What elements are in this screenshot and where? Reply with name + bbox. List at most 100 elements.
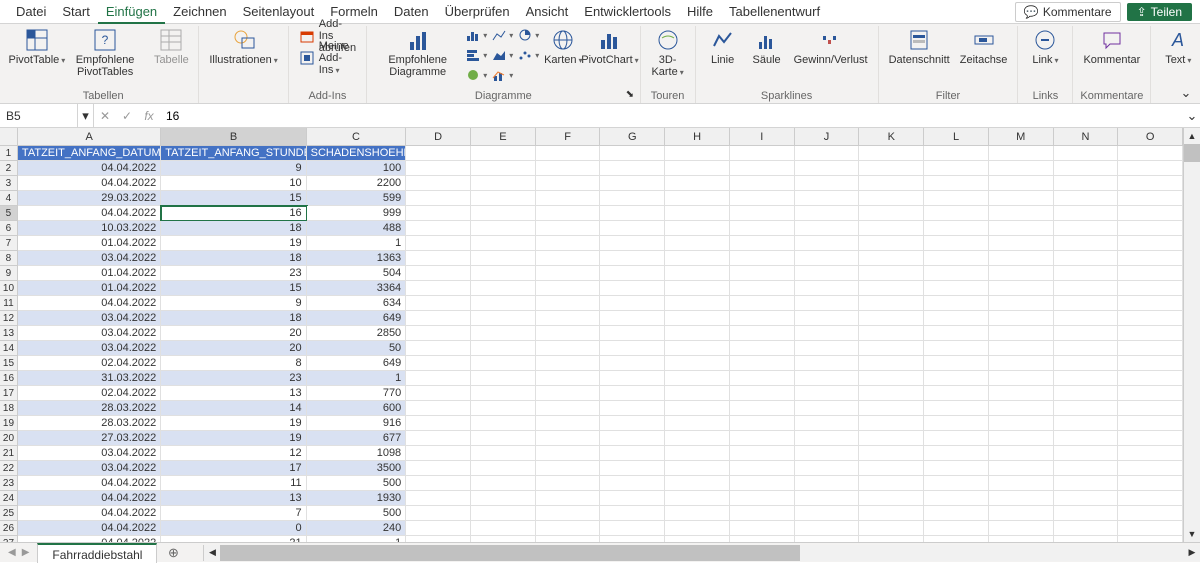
cell[interactable] [859, 401, 924, 416]
cell[interactable] [1054, 161, 1119, 176]
cell[interactable]: 1 [307, 371, 407, 386]
cell[interactable] [795, 326, 860, 341]
cell[interactable] [665, 371, 730, 386]
cell[interactable] [665, 281, 730, 296]
cell[interactable] [536, 521, 601, 536]
cell[interactable] [924, 506, 989, 521]
cell[interactable] [924, 431, 989, 446]
cell[interactable] [730, 176, 795, 191]
column-header-K[interactable]: K [859, 128, 924, 146]
cell[interactable] [1118, 461, 1183, 476]
cell[interactable]: 100 [307, 161, 407, 176]
comment-button[interactable]: Kommentar [1079, 26, 1144, 68]
row-header[interactable]: 5 [0, 206, 18, 221]
cell[interactable] [795, 461, 860, 476]
cell[interactable]: 17 [161, 461, 306, 476]
cell[interactable] [536, 266, 601, 281]
cell[interactable] [859, 176, 924, 191]
cell[interactable]: 9 [161, 161, 306, 176]
cell[interactable] [536, 281, 601, 296]
cell[interactable] [924, 146, 989, 161]
timeline-button[interactable]: Zeitachse [956, 26, 1012, 68]
cell[interactable]: 18 [161, 251, 306, 266]
cell[interactable] [795, 161, 860, 176]
pivotchart-button[interactable]: PivotChart [586, 26, 633, 69]
cell[interactable] [600, 326, 665, 341]
cell[interactable] [730, 461, 795, 476]
cell[interactable]: 21 [161, 536, 306, 542]
cell[interactable] [859, 521, 924, 536]
cell[interactable] [989, 251, 1054, 266]
cell[interactable] [859, 461, 924, 476]
vertical-scroll-thumb[interactable] [1184, 144, 1200, 162]
column-header-L[interactable]: L [924, 128, 989, 146]
row-header[interactable]: 1 [0, 146, 18, 161]
sparkline-column-button[interactable]: Säule [746, 26, 788, 68]
cell[interactable] [730, 356, 795, 371]
cell[interactable] [859, 476, 924, 491]
row-header[interactable]: 12 [0, 311, 18, 326]
cell[interactable] [471, 386, 536, 401]
cell[interactable] [471, 536, 536, 542]
cell[interactable] [730, 251, 795, 266]
my-addins-button[interactable]: Meine Add-Ins [295, 48, 360, 68]
cell[interactable] [859, 296, 924, 311]
cell[interactable] [859, 206, 924, 221]
cell[interactable] [406, 176, 471, 191]
cell[interactable] [859, 191, 924, 206]
cell[interactable] [730, 206, 795, 221]
cell[interactable] [1054, 221, 1119, 236]
cell[interactable] [536, 446, 601, 461]
cell[interactable]: 01.04.2022 [18, 266, 161, 281]
cell[interactable] [665, 476, 730, 491]
column-chart-button[interactable] [464, 26, 488, 44]
recommended-pivot-button[interactable]: ? Empfohlene PivotTables [62, 26, 149, 80]
cell[interactable] [924, 476, 989, 491]
cell[interactable] [536, 191, 601, 206]
cell[interactable] [859, 161, 924, 176]
cell[interactable] [1054, 251, 1119, 266]
cell[interactable] [600, 536, 665, 542]
cell[interactable]: 29.03.2022 [18, 191, 161, 206]
cell[interactable]: 19 [161, 431, 306, 446]
cell[interactable]: 500 [307, 506, 407, 521]
cell[interactable] [471, 356, 536, 371]
cell[interactable] [471, 446, 536, 461]
cell[interactable] [665, 146, 730, 161]
cell[interactable] [1118, 311, 1183, 326]
cell[interactable] [989, 176, 1054, 191]
cell[interactable] [406, 191, 471, 206]
cell[interactable] [536, 416, 601, 431]
cell[interactable] [406, 341, 471, 356]
column-header-G[interactable]: G [600, 128, 665, 146]
cell[interactable]: 04.04.2022 [18, 206, 161, 221]
menu-seitenlayout[interactable]: Seitenlayout [235, 0, 323, 24]
cell[interactable] [795, 506, 860, 521]
cell[interactable] [536, 146, 601, 161]
vertical-scrollbar[interactable]: ▲ ▼ [1183, 128, 1200, 542]
cell[interactable] [406, 356, 471, 371]
scroll-up-button[interactable]: ▲ [1184, 128, 1200, 144]
cell[interactable]: SCHADENSHOEHE▾ [307, 146, 407, 161]
cell[interactable] [471, 296, 536, 311]
comments-button[interactable]: 💬 Kommentare [1015, 2, 1121, 22]
cell[interactable] [730, 401, 795, 416]
cell[interactable] [989, 146, 1054, 161]
cell[interactable]: 27.03.2022 [18, 431, 161, 446]
insert-function-button[interactable]: fx [138, 104, 160, 127]
cell[interactable] [924, 221, 989, 236]
cell[interactable] [1118, 161, 1183, 176]
cell[interactable] [600, 431, 665, 446]
name-box[interactable]: B5 [0, 104, 78, 127]
cell[interactable]: 19 [161, 236, 306, 251]
cell[interactable] [1054, 311, 1119, 326]
cell[interactable] [730, 146, 795, 161]
cell[interactable] [406, 146, 471, 161]
cell[interactable] [1054, 296, 1119, 311]
cell[interactable] [600, 221, 665, 236]
cell[interactable] [471, 521, 536, 536]
cell[interactable] [795, 356, 860, 371]
sheet-nav-prev[interactable]: ◀ [8, 547, 16, 558]
cell[interactable]: 7 [161, 506, 306, 521]
cell[interactable] [1054, 341, 1119, 356]
